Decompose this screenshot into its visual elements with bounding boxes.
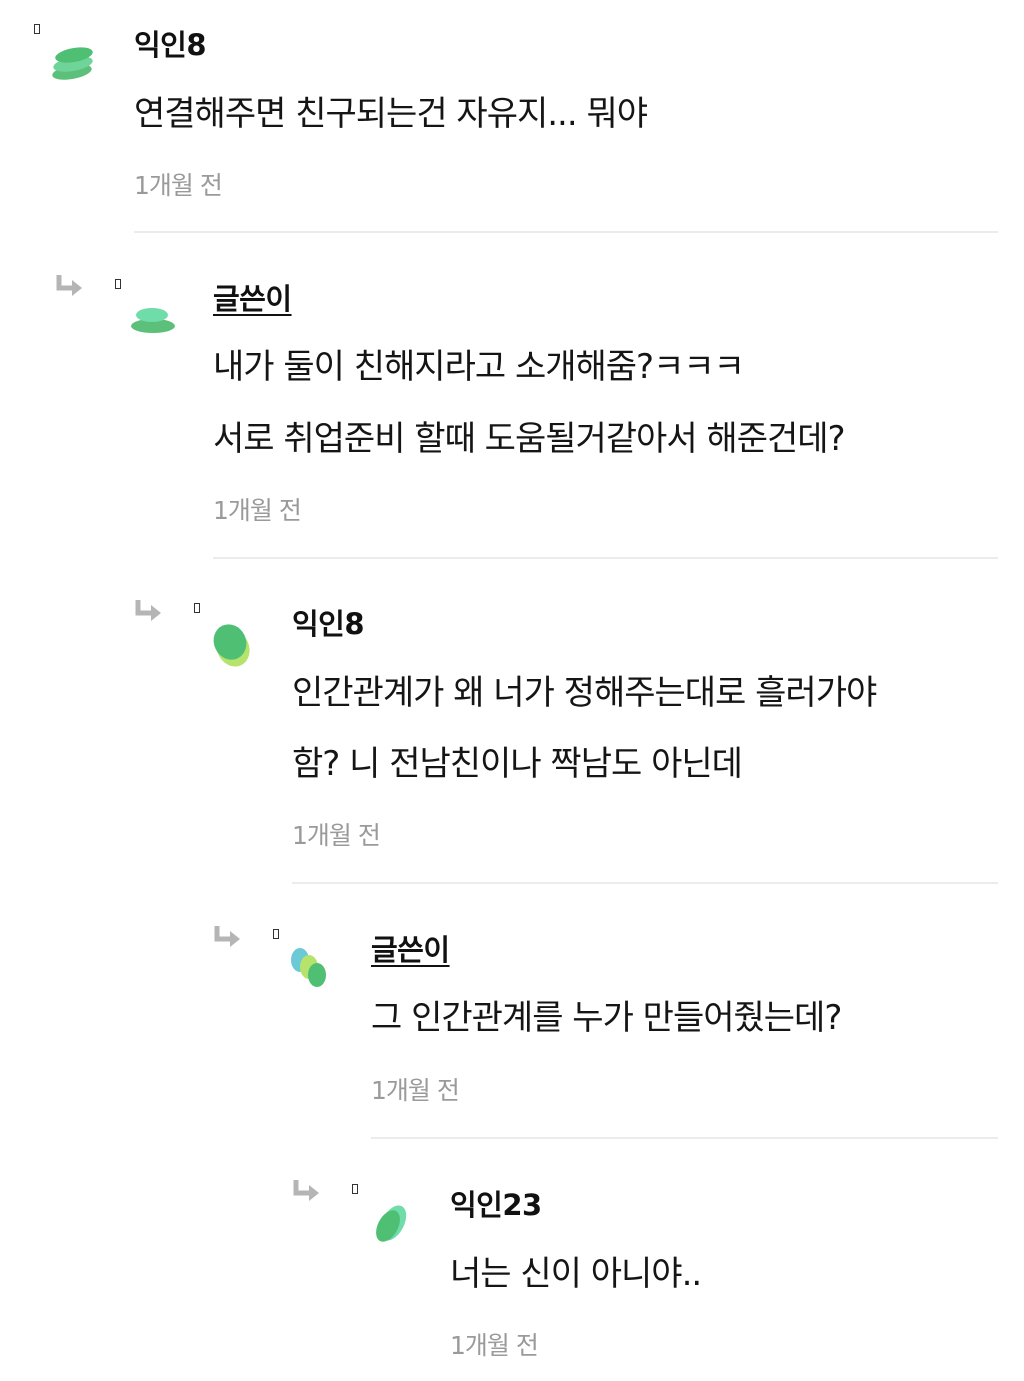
comment-text: 연결해주면 친구되는건 자유지... 뭐야 (134, 94, 648, 134)
marker-icon (115, 279, 121, 289)
timestamp: 1개월 전 (213, 496, 302, 525)
reply-arrow-icon (214, 926, 240, 947)
timestamp: 1개월 전 (292, 821, 381, 850)
author-name[interactable]: 익인8 (292, 601, 365, 643)
author-name[interactable]: 익인8 (134, 22, 207, 64)
author-name[interactable]: 글쓴이 (371, 927, 450, 969)
author-name[interactable]: 글쓴이 (213, 276, 292, 318)
avatar[interactable] (48, 40, 98, 90)
divider (371, 1137, 998, 1139)
comment-text: 내가 둘이 친해지라고 소개해줌?ㅋㅋㅋ (213, 347, 745, 387)
avatar[interactable] (366, 1200, 416, 1250)
marker-icon (34, 24, 40, 34)
marker-icon (194, 603, 200, 613)
avatar[interactable] (286, 945, 336, 995)
divider (292, 882, 998, 884)
comment-text: 서로 취업준비 할때 도움될거같아서 해준건데? (213, 419, 846, 459)
timestamp: 1개월 전 (371, 1076, 460, 1105)
timestamp: 1개월 전 (134, 171, 223, 200)
marker-icon (352, 1184, 358, 1194)
comment-text: 인간관계가 왜 너가 정해주는대로 흘러가야 (292, 673, 877, 713)
author-name[interactable]: 익인23 (450, 1182, 542, 1224)
avatar[interactable] (207, 620, 257, 670)
divider (134, 231, 998, 233)
comment-text: 그 인간관계를 누가 만들어줬는데? (371, 998, 842, 1038)
reply-arrow-icon (56, 275, 82, 296)
reply-arrow-icon (293, 1180, 319, 1201)
comment-text: 너는 신이 아니야.. (450, 1254, 702, 1294)
avatar[interactable] (128, 298, 178, 348)
timestamp: 1개월 전 (450, 1331, 539, 1360)
reply-arrow-icon (135, 600, 161, 621)
divider (213, 557, 998, 559)
marker-icon (273, 929, 279, 939)
comment-text: 함? 니 전남친이나 짝남도 아닌데 (292, 744, 743, 784)
